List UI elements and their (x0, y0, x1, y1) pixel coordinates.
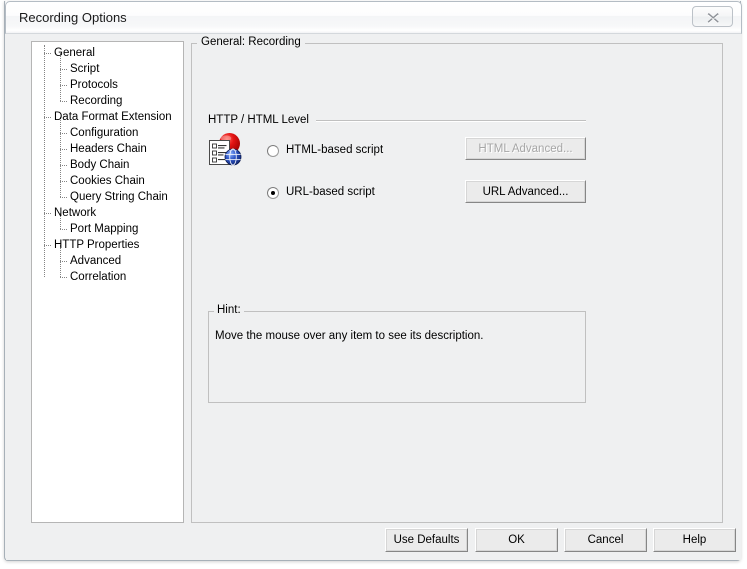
tree-item-label: Port Mapping (70, 223, 139, 235)
tree-item-http-properties[interactable]: HTTP Properties (32, 237, 183, 253)
tree-item-label: HTTP Properties (54, 239, 140, 251)
tree-connector (44, 53, 51, 54)
help-button-label: Help (682, 534, 707, 546)
tree-connector (60, 181, 67, 182)
hint-group (208, 311, 586, 403)
cancel-button-label: Cancel (587, 534, 624, 546)
tree-item-headers-chain[interactable]: Headers Chain (32, 141, 183, 157)
tree-item-label: General (54, 47, 95, 59)
title-bar[interactable]: Recording Options (5, 1, 742, 34)
tree-connector (60, 197, 67, 198)
tree-connector (60, 261, 67, 262)
radio-html-based-script-label: HTML-based script (286, 144, 384, 156)
tree-connector (44, 117, 51, 118)
tree-connector (60, 101, 67, 102)
tree-item-label: Body Chain (70, 159, 130, 171)
options-tree[interactable]: General Script Protocols Recording Data Form… (31, 41, 184, 523)
url-advanced-button[interactable]: URL Advanced... (465, 180, 586, 203)
tree-connector (44, 245, 51, 246)
radio-html-based-script-mark[interactable] (267, 145, 279, 157)
hint-group-title: Hint: (214, 304, 244, 316)
tree-item-network[interactable]: Network (32, 205, 183, 221)
tree-item-label: Recording (70, 95, 123, 107)
window-title: Recording Options (19, 10, 127, 25)
tree-item-general[interactable]: General (32, 45, 183, 61)
tree-item-recording[interactable]: Recording (32, 93, 183, 109)
record-script-icon (206, 131, 246, 169)
tree-connector (60, 149, 67, 150)
ok-button[interactable]: OK (475, 528, 558, 552)
html-advanced-button-label: HTML Advanced... (478, 142, 573, 155)
tree-connector (60, 229, 67, 230)
tree-item-label: Cookies Chain (70, 175, 145, 187)
tree-item-label: Headers Chain (70, 143, 147, 155)
general-recording-group-title: General: Recording (197, 36, 305, 48)
tree-item-advanced[interactable]: Advanced (32, 253, 183, 269)
help-button[interactable]: Help (653, 528, 736, 552)
tree-connector (60, 165, 67, 166)
tree-item-cookies-chain[interactable]: Cookies Chain (32, 173, 183, 189)
tree-item-label: Data Format Extension (54, 111, 172, 123)
tree-item-label: Query String Chain (70, 191, 168, 203)
close-button[interactable] (692, 6, 733, 27)
recording-options-dialog: Recording Options General Script Protoco… (4, 1, 742, 561)
tree-item-label: Network (54, 207, 97, 219)
tree-item-protocols[interactable]: Protocols (32, 77, 183, 93)
tree-item-script[interactable]: Script (32, 61, 183, 77)
tree-item-query-string-chain[interactable]: Query String Chain (32, 189, 183, 205)
tree-item-body-chain[interactable]: Body Chain (32, 157, 183, 173)
radio-url-based-script-mark[interactable] (267, 187, 279, 199)
http-html-level-label: HTTP / HTML Level (208, 114, 309, 126)
html-advanced-button[interactable]: HTML Advanced... (465, 137, 586, 160)
tree-item-port-mapping[interactable]: Port Mapping (32, 221, 183, 237)
tree-item-data-format-extension[interactable]: Data Format Extension (32, 109, 183, 125)
use-defaults-button-label: Use Defaults (393, 534, 460, 546)
tree-item-label: Configuration (70, 127, 139, 139)
tree-item-correlation[interactable]: Correlation (32, 269, 183, 285)
tree-item-configuration[interactable]: Configuration (32, 125, 183, 141)
ok-button-label: OK (508, 534, 525, 546)
radio-url-based-script-label: URL-based script (286, 186, 375, 198)
use-defaults-button[interactable]: Use Defaults (385, 528, 468, 552)
tree-item-label: Correlation (70, 271, 127, 283)
http-html-level-divider (316, 120, 586, 122)
tree-item-label: Script (70, 63, 100, 75)
url-advanced-button-label: URL Advanced... (482, 185, 569, 198)
cancel-button[interactable]: Cancel (564, 528, 647, 552)
tree-connector (44, 213, 51, 214)
tree-connector (60, 277, 67, 278)
hint-text: Move the mouse over any item to see its … (215, 330, 484, 342)
tree-connector (60, 85, 67, 86)
dialog-client-area: General Script Protocols Recording Data Form… (6, 34, 741, 560)
tree-connector (60, 133, 67, 134)
tree-item-label: Protocols (70, 79, 118, 91)
tree-connector (60, 69, 67, 70)
tree-item-label: Advanced (70, 255, 122, 267)
